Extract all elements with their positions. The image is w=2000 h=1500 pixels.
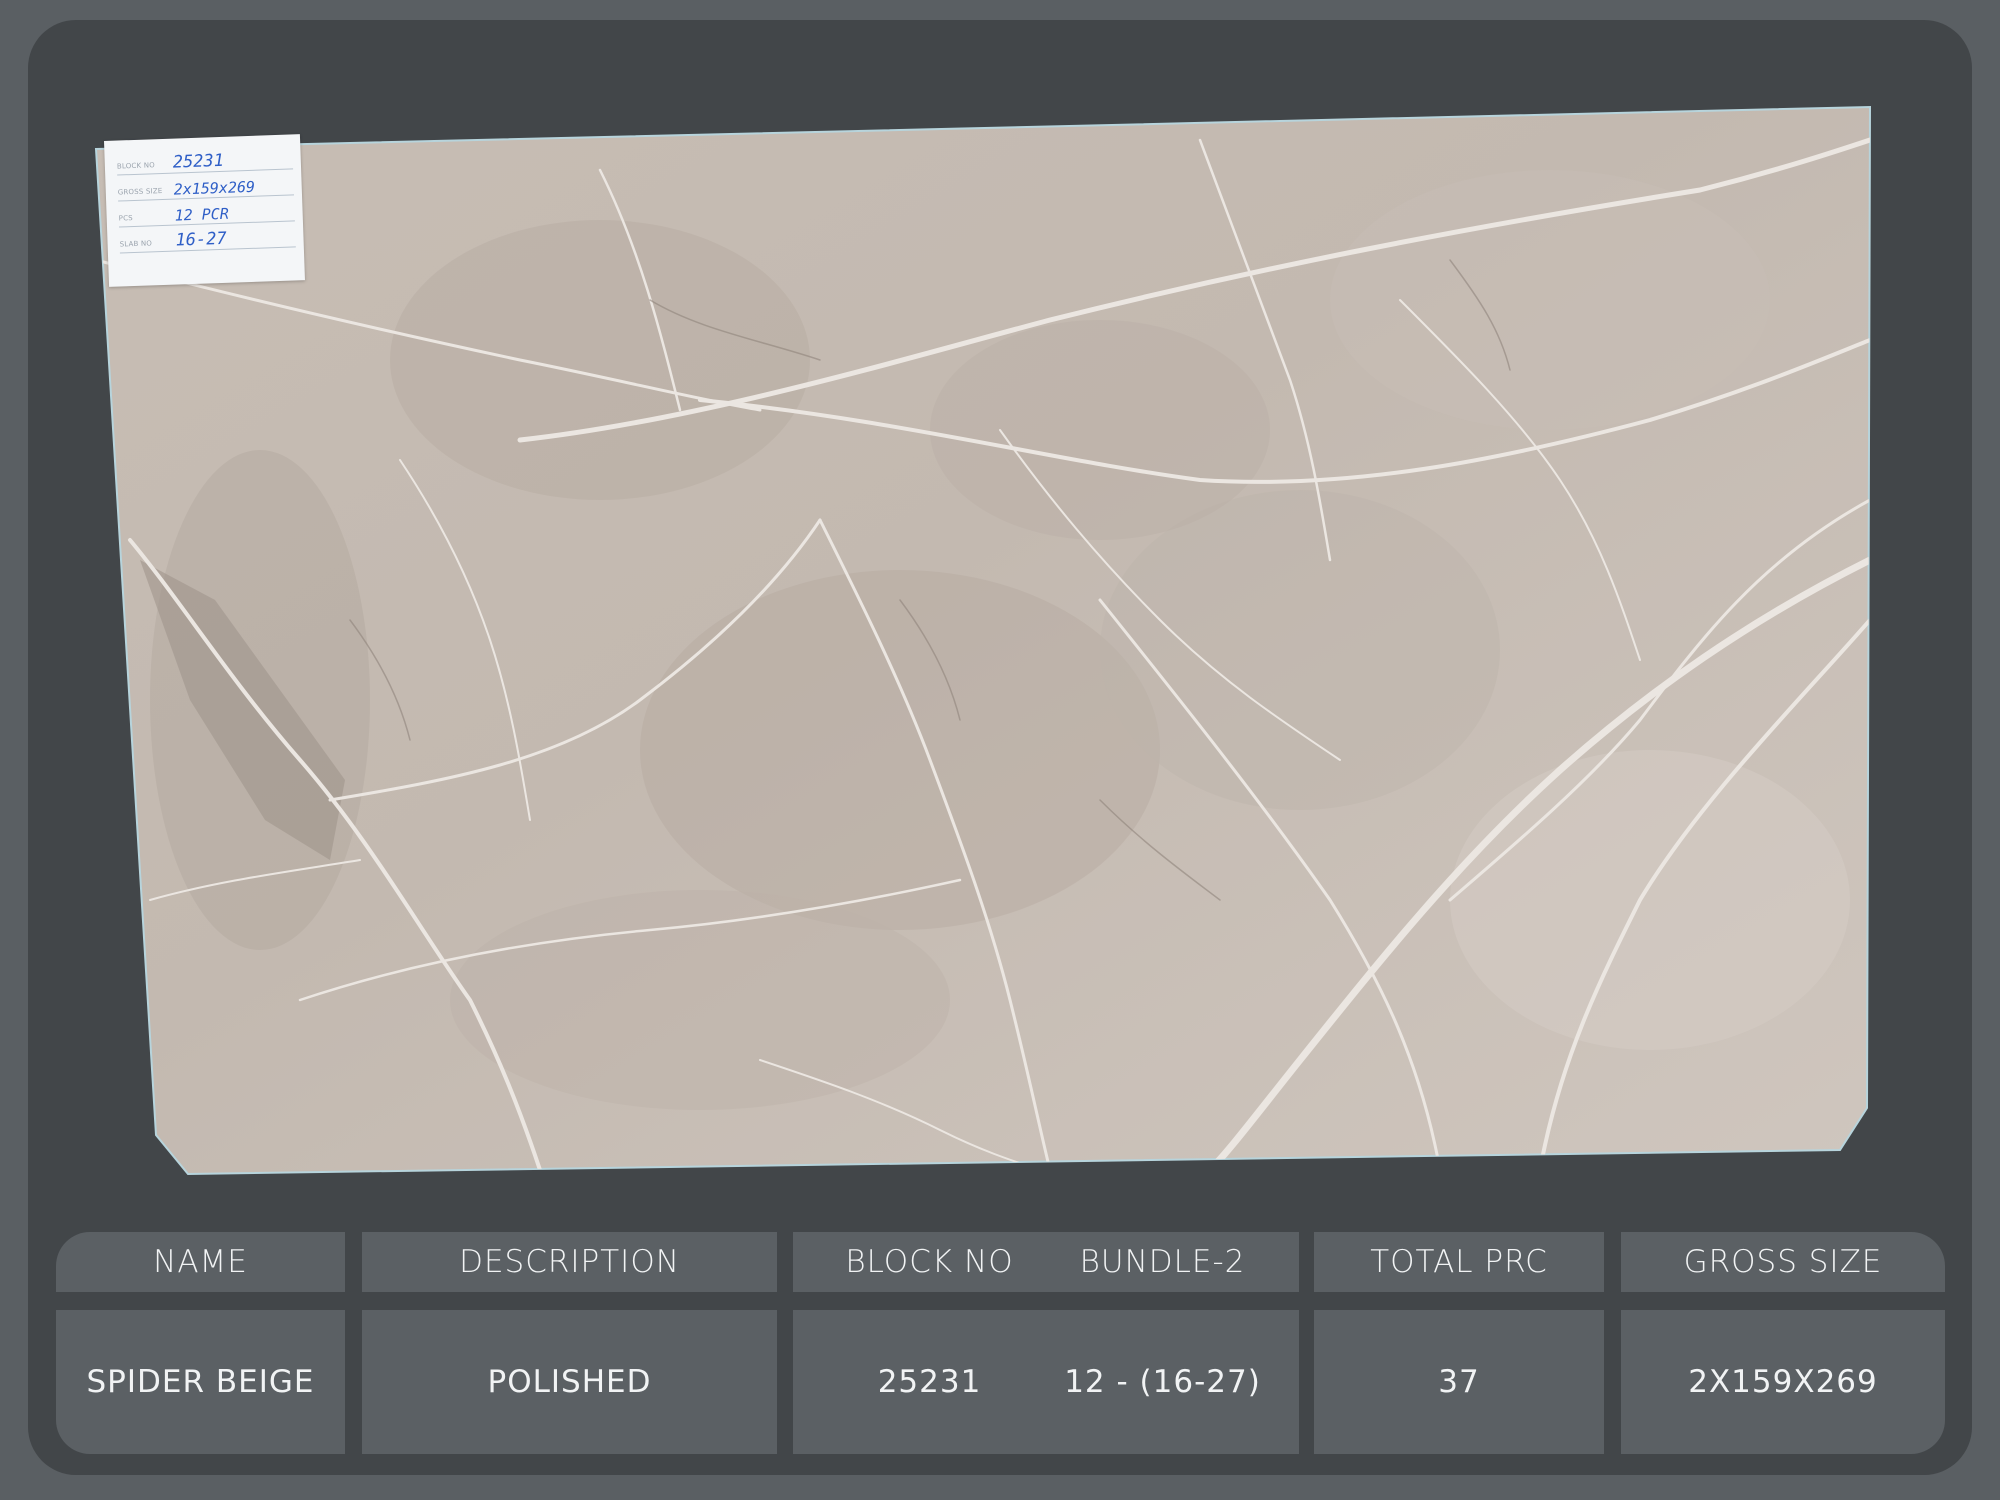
- tag-key: PCS: [118, 214, 134, 223]
- tag-row-block-no: BLOCK NO 25231: [116, 146, 294, 176]
- tag-row-slab-no: SLAB NO 16-27: [119, 224, 296, 254]
- cell-bundle: 12 - (16-27): [1026, 1310, 1299, 1454]
- tag-value: 12 PCR: [174, 204, 230, 225]
- tag-value: 25231: [172, 150, 225, 173]
- cell-description: POLISHED: [362, 1310, 777, 1454]
- tag-key: GROSS SIZE: [117, 186, 163, 197]
- tag-value: 2x159x269: [173, 177, 256, 199]
- cell-gross-size: 2X159X269: [1621, 1310, 1945, 1454]
- tag-row-gross-size: GROSS SIZE 2x159x269: [117, 172, 295, 202]
- tag-key: SLAB NO: [119, 239, 153, 249]
- cell-name: SPIDER BEIGE: [56, 1310, 345, 1454]
- slab-info-table: NAME DESCRIPTION BLOCK NO BUNDLE-2 TOTAL…: [56, 1232, 1945, 1454]
- header-description: DESCRIPTION: [362, 1232, 777, 1292]
- tag-row-pcs: PCS 12 PCR: [118, 198, 295, 228]
- header-bundle: BUNDLE-2: [1026, 1232, 1299, 1292]
- marble-slab-photo: BLOCK NO 25231 GROSS SIZE 2x159x269 PCS …: [0, 0, 2000, 1200]
- tag-key: BLOCK NO: [116, 161, 156, 171]
- header-gross-size: GROSS SIZE: [1621, 1232, 1945, 1292]
- cell-total-prc: 37: [1314, 1310, 1604, 1454]
- block-label-tag: BLOCK NO 25231 GROSS SIZE 2x159x269 PCS …: [104, 134, 305, 287]
- header-total-prc: TOTAL PRC: [1314, 1232, 1604, 1292]
- tag-value: 16-27: [175, 228, 228, 251]
- header-name: NAME: [56, 1232, 345, 1292]
